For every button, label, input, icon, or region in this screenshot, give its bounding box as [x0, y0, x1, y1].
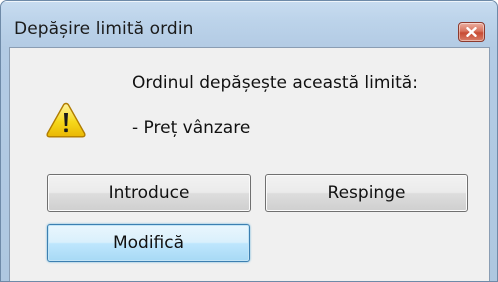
message-text: Ordinul depășește această limită:	[132, 73, 418, 93]
close-button[interactable]	[458, 22, 485, 42]
modifica-button[interactable]: Modifică	[47, 224, 250, 262]
title-bar[interactable]: Depășire limită ordin	[1, 1, 497, 47]
respinge-button[interactable]: Respinge	[265, 174, 468, 212]
introduce-button[interactable]: Introduce	[47, 174, 251, 212]
dialog-window: Depășire limită ordin Ordinul depășește …	[0, 0, 498, 282]
message-detail: - Preț vânzare	[132, 118, 251, 138]
dialog-title: Depășire limită ordin	[14, 19, 194, 39]
warning-icon	[46, 102, 86, 138]
close-icon	[466, 27, 477, 37]
